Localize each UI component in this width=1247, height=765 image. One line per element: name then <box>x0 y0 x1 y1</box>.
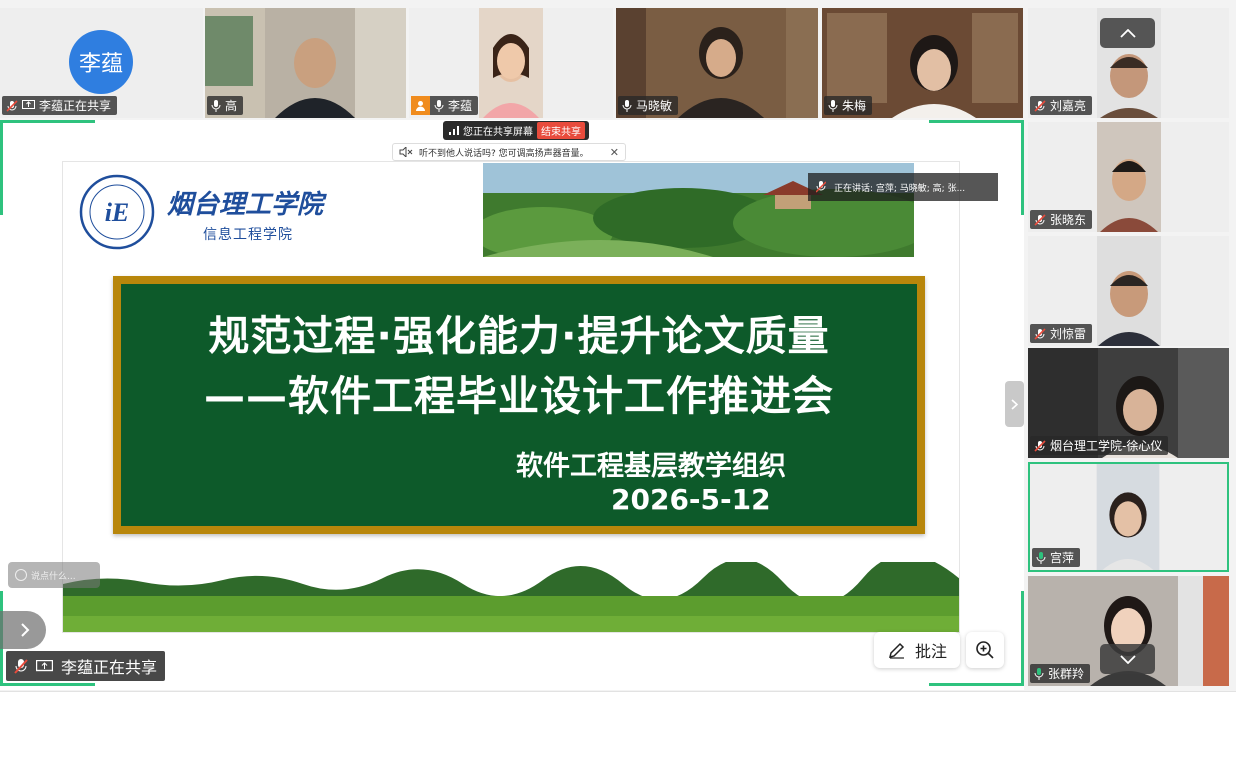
mic-icon <box>211 99 221 112</box>
speaking-text: 正在讲话: 宫萍; 马晓敏; 高; 张... <box>834 183 966 194</box>
chat-input[interactable]: 说点什么... <box>8 562 100 588</box>
participant-name: 张晓东 <box>1050 213 1087 227</box>
participant-namebar: 马晓敏 <box>618 96 679 115</box>
participant-namebar: 李蕴正在共享 <box>2 96 118 115</box>
video-tile-zhumei[interactable]: 朱梅 <box>822 8 1023 118</box>
sharing-status-pill: 您正在共享屏幕 结束共享 <box>443 121 589 140</box>
meeting-window: 李蕴 李蕴正在共享 高 李蕴 马晓敏 朱梅 iE 烟台理工学院 信息工程学院 规… <box>0 0 1236 692</box>
audio-hint-banner: 听不到他人说话吗? 您可调高扬声器音量。 ✕ <box>392 143 626 161</box>
slide-title-board: 规范过程·强化能力·提升论文质量 ——软件工程毕业设计工作推进会 软件工程基层教… <box>113 276 925 534</box>
logo-seal-icon: iE <box>79 174 155 250</box>
svg-text:iE: iE <box>105 198 130 227</box>
chevron-right-icon <box>1011 398 1018 410</box>
annotate-button[interactable]: 批注 <box>874 632 960 668</box>
participant-name: 烟台理工学院-徐心仪 <box>1050 439 1163 453</box>
mic-icon <box>622 99 632 112</box>
slide-organizer: 软件工程基层教学组织 <box>516 451 786 482</box>
host-icon <box>411 96 430 115</box>
video-tile-sharer[interactable]: 李蕴 李蕴正在共享 <box>0 8 203 118</box>
participant-namebar: 刘惊雷 <box>1030 324 1093 343</box>
sharer-label: 李蕴正在共享 <box>61 658 158 677</box>
participant-name: 李蕴 <box>448 99 473 113</box>
mic-muted-icon <box>1034 327 1046 340</box>
stage: 李蕴 李蕴正在共享 高 李蕴 马晓敏 朱梅 iE 烟台理工学院 信息工程学院 规… <box>0 0 1247 765</box>
participant-name: 刘嘉亮 <box>1050 99 1087 113</box>
grass-footer-image <box>63 562 959 632</box>
participant-name: 张群羚 <box>1048 667 1085 681</box>
chevron-down-icon <box>1119 654 1136 664</box>
zoom-in-button[interactable] <box>966 632 1004 668</box>
mic-muted-icon <box>6 99 18 112</box>
mic-muted-icon <box>816 181 826 193</box>
video-tile-gao[interactable]: 高 <box>205 8 406 118</box>
participant-namebar: 高 <box>207 96 244 115</box>
participant-namebar: 张群羚 <box>1030 664 1091 683</box>
logo-subtitle: 信息工程学院 <box>203 227 293 243</box>
video-tile-liyun[interactable]: 李蕴 <box>409 8 613 118</box>
participant-name: 李蕴正在共享 <box>39 99 112 113</box>
participant-namebar: 张晓东 <box>1030 210 1093 229</box>
collapse-sidebar-button[interactable] <box>1005 381 1024 427</box>
participant-namebar: 宫萍 <box>1032 548 1081 567</box>
zoom-in-icon <box>976 641 994 659</box>
video-tile-zhangxiaodong[interactable]: 张晓东 <box>1028 122 1229 232</box>
avatar: 李蕴 <box>69 30 133 94</box>
chat-placeholder: 说点什么... <box>31 571 76 582</box>
participant-namebar: 朱梅 <box>824 96 873 115</box>
screen-share-icon <box>36 659 53 671</box>
end-share-button[interactable]: 结束共享 <box>537 122 585 139</box>
participant-name: 朱梅 <box>842 99 867 113</box>
slide-title-line2: ——软件工程毕业设计工作推进会 <box>204 372 834 420</box>
scroll-down-button[interactable] <box>1100 644 1155 674</box>
participant-namebar: 刘嘉亮 <box>1030 96 1093 115</box>
participant-name: 刘惊雷 <box>1050 327 1087 341</box>
mic-muted-icon <box>14 659 28 674</box>
expand-panel-button[interactable] <box>0 611 46 649</box>
slide-date: 2026-5-12 <box>611 483 771 516</box>
mic-active-icon <box>1036 551 1046 564</box>
mic-active-icon <box>1034 667 1044 680</box>
signal-icon <box>449 126 459 135</box>
speaker-muted-icon <box>399 147 413 157</box>
mic-icon <box>828 99 838 112</box>
participant-namebar: 李蕴 <box>411 96 479 115</box>
mic-icon <box>434 99 444 112</box>
screen-share-icon <box>22 100 35 109</box>
presentation-slide: iE 烟台理工学院 信息工程学院 规范过程·强化能力·提升论文质量 ——软件工程… <box>62 161 960 633</box>
sharing-status-text: 您正在共享屏幕 <box>463 127 533 138</box>
audio-hint-text: 听不到他人说话吗? 您可调高扬声器音量。 <box>419 148 589 159</box>
logo-title: 烟台理工学院 <box>167 190 324 220</box>
chevron-up-icon <box>1119 28 1136 38</box>
participant-name: 宫萍 <box>1050 551 1075 565</box>
participant-namebar: 烟台理工学院-徐心仪 <box>1030 436 1169 455</box>
school-logo: iE 烟台理工学院 信息工程学院 <box>77 172 357 252</box>
chevron-right-icon <box>21 623 30 637</box>
slide-title-line1: 规范过程·强化能力·提升论文质量 <box>208 312 830 360</box>
speaking-indicator: 正在讲话: 宫萍; 马晓敏; 高; 张... <box>808 173 998 201</box>
emoji-icon[interactable] <box>15 569 27 581</box>
mic-muted-icon <box>1034 99 1046 112</box>
close-icon[interactable]: ✕ <box>610 146 619 159</box>
sharer-label-bar: 李蕴正在共享 <box>6 651 166 681</box>
participant-name: 高 <box>225 99 238 113</box>
mic-muted-icon <box>1034 439 1046 452</box>
annotate-label: 批注 <box>914 642 947 661</box>
mic-muted-icon <box>1034 213 1046 226</box>
video-tile-maxiaomin[interactable]: 马晓敏 <box>616 8 818 118</box>
video-tile-gongping[interactable]: 宫萍 <box>1028 462 1229 572</box>
participant-name: 马晓敏 <box>636 99 673 113</box>
video-tile-xuxinyi[interactable]: 烟台理工学院-徐心仪 <box>1028 348 1229 458</box>
scroll-up-button[interactable] <box>1100 18 1155 48</box>
video-tile-liujinglei[interactable]: 刘惊雷 <box>1028 236 1229 346</box>
pen-icon <box>888 642 905 659</box>
